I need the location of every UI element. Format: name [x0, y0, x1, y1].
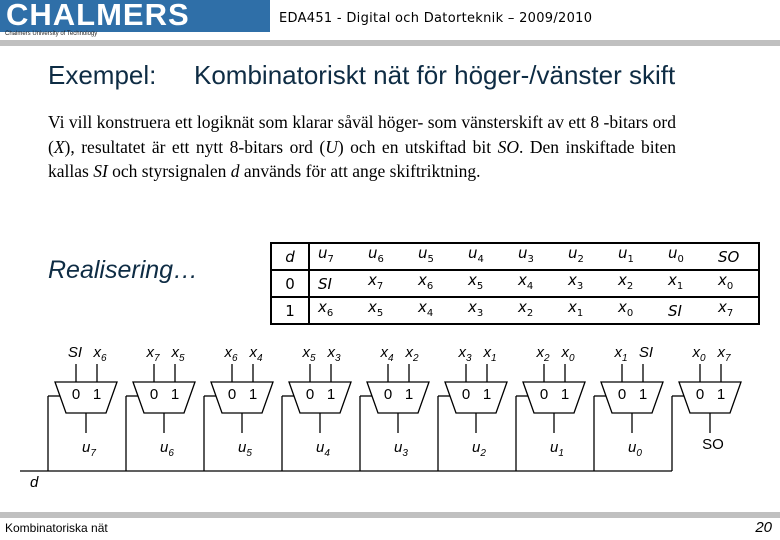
- mux-select-0-label: 0: [539, 386, 549, 403]
- mux-select-0-label: 0: [149, 386, 159, 403]
- mux-select-1-label: 1: [326, 386, 336, 403]
- mux-body: [54, 381, 118, 414]
- mux-output-label: u4: [316, 439, 330, 459]
- mux-input-1-label: x1: [483, 344, 497, 364]
- mux-input-1-label: x4: [249, 344, 263, 364]
- mux-select-1-label: 1: [170, 386, 180, 403]
- mux-body: [132, 381, 196, 414]
- mux-circuit: [20, 364, 742, 472]
- mux-body: [210, 381, 274, 414]
- mux-select-1-label: 1: [716, 386, 726, 403]
- mux-input-1-label: x7: [717, 344, 731, 364]
- mux-output-label: u0: [628, 439, 642, 459]
- mux-body: [366, 381, 430, 414]
- mux-body: [600, 381, 664, 414]
- mux-body: [678, 381, 742, 414]
- mux-select-0-label: 0: [617, 386, 627, 403]
- mux-input-0-label: x4: [380, 344, 394, 364]
- mux-output-label: u3: [394, 439, 408, 459]
- mux-input-0-label: x6: [224, 344, 238, 364]
- mux-output-label: SO: [702, 436, 724, 453]
- mux-select-0-label: 0: [227, 386, 237, 403]
- mux-input-0-label: x2: [536, 344, 550, 364]
- footer-section-title: Kombinatoriska nät: [5, 521, 108, 535]
- page-number: 20: [755, 519, 772, 536]
- mux-select-0-label: 0: [71, 386, 81, 403]
- mux-select-1-label: 1: [248, 386, 258, 403]
- mux-input-0-label: SI: [67, 344, 83, 361]
- mux-input-0-label: x3: [458, 344, 472, 364]
- mux-body: [288, 381, 352, 414]
- mux-output-label: u6: [160, 439, 174, 459]
- mux-select-0-label: 0: [383, 386, 393, 403]
- mux-select-1-label: 1: [482, 386, 492, 403]
- mux-select-1-label: 1: [404, 386, 414, 403]
- mux-input-1-label: x5: [171, 344, 185, 364]
- mux-input-1-label: x6: [93, 344, 107, 364]
- mux-output-label: u7: [82, 439, 96, 459]
- mux-output-label: u5: [238, 439, 252, 459]
- mux-body: [522, 381, 586, 414]
- mux-output-label: u2: [472, 439, 486, 459]
- mux-body: [444, 381, 508, 414]
- mux-input-1-label: x0: [561, 344, 575, 364]
- control-signal-d-label: d: [30, 474, 39, 491]
- mux-select-0-label: 0: [305, 386, 315, 403]
- mux-select-1-label: 1: [92, 386, 102, 403]
- mux-select-1-label: 1: [638, 386, 648, 403]
- mux-input-1-label: SI: [638, 344, 654, 361]
- mux-input-0-label: x1: [614, 344, 628, 364]
- mux-input-0-label: x5: [302, 344, 316, 364]
- footer-divider: [0, 512, 780, 518]
- mux-input-1-label: x2: [405, 344, 419, 364]
- mux-select-0-label: 0: [461, 386, 471, 403]
- mux-input-1-label: x3: [327, 344, 341, 364]
- mux-input-0-label: x7: [146, 344, 160, 364]
- mux-input-0-label: x0: [692, 344, 706, 364]
- mux-select-1-label: 1: [560, 386, 570, 403]
- mux-output-label: u1: [550, 439, 564, 459]
- mux-select-0-label: 0: [695, 386, 705, 403]
